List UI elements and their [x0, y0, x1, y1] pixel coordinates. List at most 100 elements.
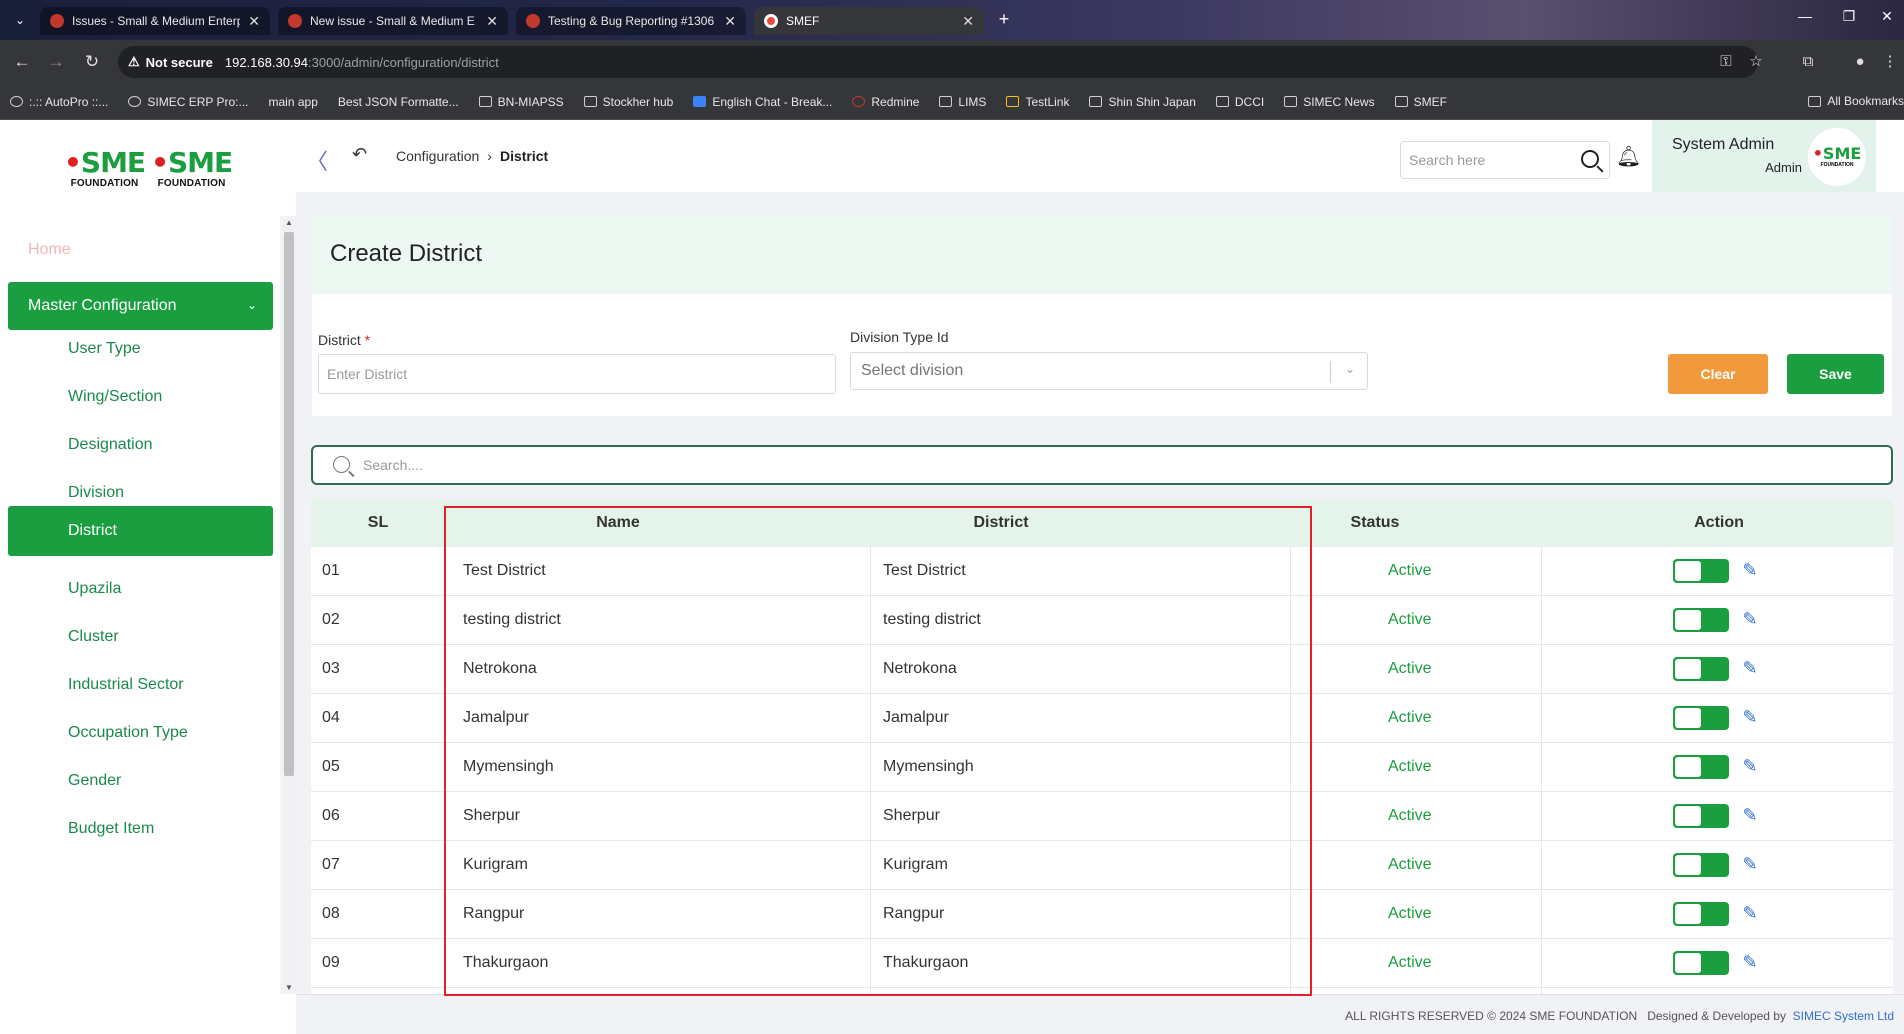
redmine-icon — [50, 14, 64, 28]
browser-tab[interactable]: New issue - Small & Medium E ✕ — [278, 7, 508, 35]
top-header: 〈 ↶ Configuration › District Search here… — [296, 120, 1904, 192]
edit-icon[interactable]: ✎ — [1739, 902, 1761, 924]
sidebar-section-master-configuration[interactable]: Master Configuration ⌄ — [8, 282, 273, 330]
status-toggle[interactable] — [1673, 853, 1729, 877]
edit-icon[interactable]: ✎ — [1739, 706, 1761, 728]
browser-tab[interactable]: Testing & Bug Reporting #1306 ✕ — [516, 7, 746, 35]
sidebar-item-division[interactable]: Division — [68, 484, 124, 502]
table-row: 07 Kurigram Kurigram Active ✎ — [311, 841, 1893, 890]
header-search-input[interactable]: Search here — [1400, 141, 1610, 179]
sidebar-item-district[interactable]: District — [8, 506, 273, 556]
chevron-down-icon[interactable]: ⌄ — [1345, 362, 1355, 376]
profile-avatar-icon[interactable]: ● — [1848, 50, 1872, 74]
browser-tab[interactable]: Issues - Small & Medium Enterp ✕ — [40, 7, 270, 35]
new-tab-icon[interactable]: + — [992, 8, 1016, 32]
toggle-knob — [1675, 806, 1701, 826]
close-icon[interactable]: ✕ — [486, 13, 498, 30]
bookmark[interactable]: Stockher hub — [583, 95, 673, 109]
status-toggle[interactable] — [1673, 706, 1729, 730]
url-field[interactable]: ⚠ Not secure 192.168.30.94 :3000/admin/c… — [118, 46, 1758, 78]
all-bookmarks[interactable]: All Bookmarks — [1808, 94, 1904, 108]
bookmark[interactable]: SMEF — [1394, 95, 1447, 109]
edit-icon[interactable]: ✎ — [1739, 951, 1761, 973]
sidebar-item-designation[interactable]: Designation — [68, 436, 153, 454]
url-host: 192.168.30.94 — [224, 54, 308, 70]
bookmark[interactable]: BN-MIAPSS — [478, 95, 564, 109]
edit-icon[interactable]: ✎ — [1739, 608, 1761, 630]
status-toggle[interactable] — [1673, 755, 1729, 779]
sidebar-item-home[interactable]: Home — [28, 241, 71, 259]
column-header-status: Status — [1350, 514, 1400, 531]
bookmark[interactable]: LIMS — [939, 95, 986, 109]
scroll-down-icon[interactable]: ▼ — [282, 983, 296, 992]
cell-district: Test District — [883, 562, 966, 579]
user-profile[interactable]: System Admin Admin •SME FOUNDATION — [1652, 120, 1876, 192]
edit-icon[interactable]: ✎ — [1739, 755, 1761, 777]
save-button[interactable]: Save — [1787, 354, 1884, 394]
status-toggle[interactable] — [1673, 657, 1729, 681]
logo[interactable]: •SME FOUNDATION •SME FOUNDATION — [0, 120, 296, 216]
close-icon[interactable]: ✕ — [724, 13, 736, 30]
breadcrumb-parent[interactable]: Configuration — [396, 148, 479, 164]
all-bookmarks-label: All Bookmarks — [1827, 94, 1904, 108]
bookmark[interactable]: Best JSON Formatte... — [338, 95, 459, 109]
browser-tab-active[interactable]: SMEF ✕ — [754, 7, 984, 35]
cell-district: Netrokona — [883, 660, 957, 677]
undo-icon[interactable]: ↶ — [352, 144, 367, 165]
district-input[interactable]: Enter District — [318, 354, 836, 394]
status-toggle[interactable] — [1673, 804, 1729, 828]
status-badge: Active — [1388, 856, 1432, 873]
bookmark[interactable]: English Chat - Break... — [693, 95, 832, 109]
bookmark[interactable]: DCCI — [1215, 95, 1264, 109]
sidebar-item-budget-item[interactable]: Budget Item — [68, 820, 154, 838]
edit-icon[interactable]: ✎ — [1739, 559, 1761, 581]
sidebar-item-industrial-sector[interactable]: Industrial Sector — [68, 676, 184, 694]
restore-icon[interactable]: ❐ — [1834, 8, 1864, 25]
cell-name: Kurigram — [463, 856, 528, 873]
collapse-sidebar-icon[interactable]: 〈 — [306, 144, 328, 176]
bell-icon[interactable]: 🔔︎ — [1616, 144, 1641, 169]
clear-button[interactable]: Clear — [1668, 354, 1768, 394]
forward-icon[interactable]: → — [44, 50, 68, 74]
status-toggle[interactable] — [1673, 608, 1729, 632]
sidebar-scrollbar[interactable]: ▲ ▼ — [282, 216, 296, 994]
close-icon[interactable]: ✕ — [962, 13, 974, 30]
division-select[interactable]: Select division ⌄ — [850, 352, 1368, 390]
scroll-up-icon[interactable]: ▲ — [282, 218, 296, 227]
sidebar-item-user-type[interactable]: User Type — [68, 340, 141, 358]
search-placeholder: Search here — [1409, 152, 1486, 168]
bookmark[interactable]: Shin Shin Japan — [1089, 95, 1196, 109]
avatar[interactable]: •SME FOUNDATION — [1808, 128, 1866, 186]
close-icon[interactable]: ✕ — [248, 13, 260, 30]
edit-icon[interactable]: ✎ — [1739, 657, 1761, 679]
bookmark[interactable]: Redmine — [852, 95, 919, 109]
minimize-icon[interactable]: — — [1790, 8, 1820, 24]
reload-icon[interactable]: ↻ — [80, 50, 104, 74]
edit-icon[interactable]: ✎ — [1739, 853, 1761, 875]
sidebar-item-upazila[interactable]: Upazila — [68, 580, 121, 598]
bookmark[interactable]: SIMEC ERP Pro:... — [128, 95, 249, 109]
status-toggle[interactable] — [1673, 951, 1729, 975]
password-key-icon[interactable]: ⚿ — [1714, 50, 1738, 74]
bookmark[interactable]: TestLink — [1006, 95, 1069, 109]
close-window-icon[interactable]: ✕ — [1872, 8, 1902, 25]
edit-icon[interactable]: ✎ — [1739, 804, 1761, 826]
footer-company-link[interactable]: SIMEC System Ltd — [1793, 1009, 1894, 1023]
search-icon[interactable] — [1581, 150, 1599, 168]
extensions-icon[interactable]: ⧉ — [1796, 50, 1820, 74]
bookmark[interactable]: main app — [269, 95, 318, 109]
scrollbar-thumb[interactable] — [284, 232, 294, 776]
menu-dots-icon[interactable]: ⋮ — [1878, 50, 1902, 74]
sidebar-item-cluster[interactable]: Cluster — [68, 628, 119, 646]
tab-search-icon[interactable]: ⌄ — [8, 8, 32, 32]
sidebar-item-wing-section[interactable]: Wing/Section — [68, 388, 162, 406]
bookmark-star-icon[interactable]: ☆ — [1744, 50, 1768, 74]
bookmark[interactable]: :.:: AutoPro ::... — [10, 95, 108, 109]
status-toggle[interactable] — [1673, 902, 1729, 926]
back-icon[interactable]: ← — [10, 50, 34, 74]
bookmark[interactable]: SIMEC News — [1284, 95, 1375, 109]
status-toggle[interactable] — [1673, 559, 1729, 583]
table-search-input[interactable]: Search.... — [311, 445, 1893, 485]
sidebar-item-gender[interactable]: Gender — [68, 772, 121, 790]
sidebar-item-occupation-type[interactable]: Occupation Type — [68, 724, 188, 742]
